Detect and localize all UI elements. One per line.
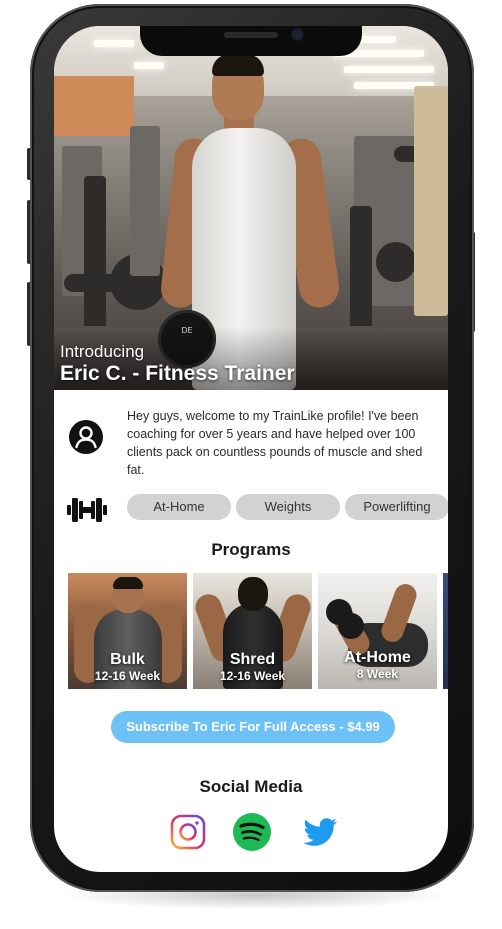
front-camera xyxy=(292,29,303,40)
user-avatar-icon xyxy=(69,420,103,454)
program-duration: 8 Week xyxy=(356,667,399,681)
gym-wall xyxy=(54,76,134,136)
instagram-icon[interactable] xyxy=(168,812,208,852)
tag-powerlifting[interactable]: Powerlifting xyxy=(345,494,448,520)
hero-kicker: Introducing xyxy=(60,342,145,361)
program-name: At-Home xyxy=(344,649,411,666)
program-duration: 12-16 Week xyxy=(94,669,161,683)
spotify-icon[interactable] xyxy=(232,812,272,852)
phone-screen: DE Introducing Eric C. - Fitness Trainer… xyxy=(54,26,448,872)
program-name: Bulk xyxy=(110,651,145,668)
program-duration: 12-16 Week xyxy=(219,669,286,683)
bio-text: Hey guys, welcome to my TrainLike profil… xyxy=(127,409,423,477)
dumbbell-icon xyxy=(67,498,107,522)
tag-weights[interactable]: Weights xyxy=(236,494,340,520)
program-card-next[interactable] xyxy=(443,573,448,689)
social-media-title: Social Media xyxy=(199,777,303,796)
hero-title: Eric C. - Fitness Trainer xyxy=(60,362,295,385)
program-card-shred[interactable]: Shred 12-16 Week xyxy=(193,573,312,689)
tag-at-home[interactable]: At-Home xyxy=(127,494,231,520)
programs-carousel: Bulk 12-16 Week Shred 12-16 Week At-Home… xyxy=(68,573,448,691)
hero-banner: DE Introducing Eric C. - Fitness Trainer xyxy=(54,26,448,390)
program-card-bulk[interactable]: Bulk 12-16 Week xyxy=(68,573,187,689)
subscribe-button[interactable]: Subscribe To Eric For Full Access - $4.9… xyxy=(111,711,395,743)
phone-notch xyxy=(140,26,362,56)
social-links xyxy=(168,812,348,854)
program-name: Shred xyxy=(229,651,276,668)
specialty-tags: At-Home Weights Powerlifting xyxy=(127,494,448,522)
twitter-icon[interactable] xyxy=(300,812,340,852)
speaker-grille xyxy=(224,32,278,38)
programs-title: Programs xyxy=(211,540,291,559)
program-card-at-home[interactable]: At-Home 8 Week xyxy=(318,573,437,689)
